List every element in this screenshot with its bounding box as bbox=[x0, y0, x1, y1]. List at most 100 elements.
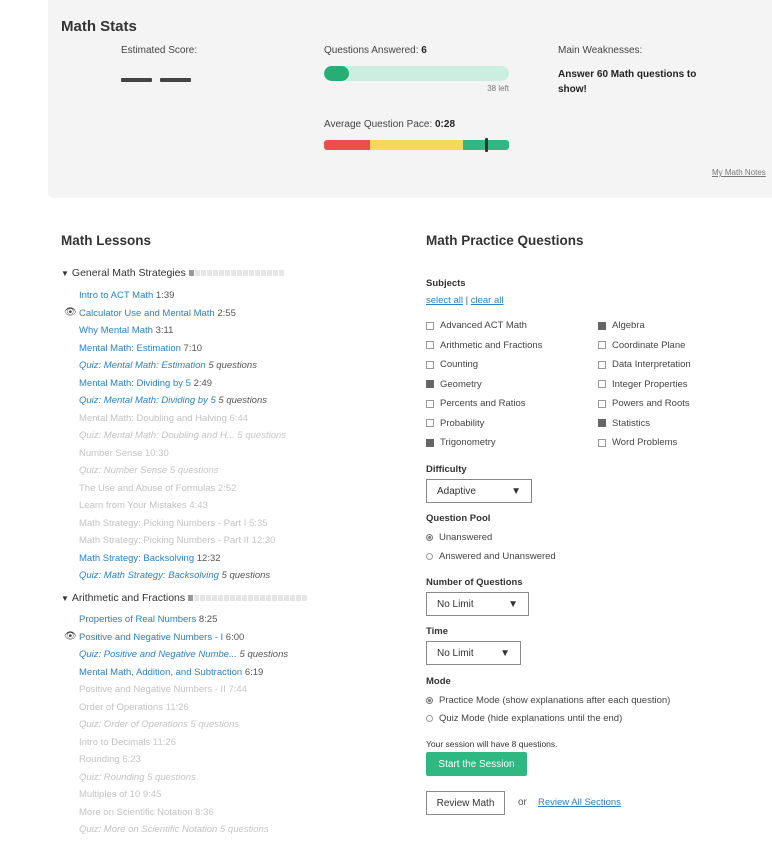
radio-unanswered[interactable]: Unanswered bbox=[426, 532, 492, 543]
subject-checkbox-item[interactable]: Probability bbox=[426, 418, 484, 429]
progress-dot bbox=[206, 270, 212, 276]
subject-checkbox-item[interactable]: Percents and Ratios bbox=[426, 398, 526, 409]
select-all-link[interactable]: select all bbox=[426, 295, 463, 306]
lesson-item[interactable]: Math Strategy: Picking Numbers - Part I … bbox=[79, 518, 268, 530]
checkbox-checked[interactable] bbox=[598, 321, 606, 330]
weaknesses-text: Answer 60 Math questions to show! bbox=[558, 69, 697, 95]
checkbox[interactable] bbox=[426, 399, 434, 408]
progress-dot bbox=[278, 595, 284, 601]
subject-checkbox-item[interactable]: Arithmetic and Fractions bbox=[426, 340, 542, 351]
quiz-item[interactable]: Quiz: Mental Math: Estimation 5 question… bbox=[79, 360, 257, 372]
quiz-item[interactable]: Quiz: Math Strategy: Backsolving 5 quest… bbox=[79, 570, 270, 582]
lesson-item[interactable]: Mental Math: Dividing by 5 2:49 bbox=[79, 378, 212, 390]
review-math-button[interactable]: Review Math bbox=[426, 791, 505, 815]
checkbox[interactable] bbox=[426, 419, 434, 427]
lesson-item[interactable]: More on Scientific Notation 8:36 bbox=[79, 807, 214, 819]
radio-answered-and-unanswered[interactable]: Answered and Unanswered bbox=[426, 551, 556, 562]
subject-checkbox-item[interactable]: Powers and Roots bbox=[598, 398, 690, 409]
lesson-item[interactable]: Math Strategy: Backsolving 12:32 bbox=[79, 553, 221, 565]
progress-dot bbox=[194, 270, 200, 276]
progress-dot bbox=[302, 595, 308, 601]
subject-checkbox-item[interactable]: Geometry bbox=[426, 379, 482, 390]
lesson-title: The Use and Abuse of Formulas bbox=[79, 482, 216, 494]
checkbox[interactable] bbox=[598, 438, 606, 447]
radio-quiz-mode[interactable]: Quiz Mode (hide explanations until the e… bbox=[426, 713, 622, 724]
subject-checkbox-item[interactable]: Word Problems bbox=[598, 437, 677, 448]
lesson-item[interactable]: The Use and Abuse of Formulas 2:52 bbox=[79, 483, 236, 495]
lesson-item[interactable]: Mental Math: Estimation 7:10 bbox=[79, 343, 202, 355]
lesson-duration: 6:23 bbox=[122, 754, 141, 765]
lesson-item[interactable]: Math Strategy: Picking Numbers - Part II… bbox=[79, 535, 275, 547]
my-math-notes-link[interactable]: My Math Notes bbox=[712, 168, 766, 177]
subject-checkbox-item[interactable]: Advanced ACT Math bbox=[426, 320, 527, 331]
radio-practice-mode[interactable]: Practice Mode (show explanations after e… bbox=[426, 695, 670, 706]
lesson-item[interactable]: Mental Math, Addition, and Subtraction 6… bbox=[79, 667, 263, 679]
time-select[interactable]: No Limit ▼ bbox=[426, 641, 521, 665]
review-all-sections-link[interactable]: Review All Sections bbox=[538, 797, 621, 808]
caret-down-icon: ▼ bbox=[61, 593, 69, 603]
subject-checkbox-item[interactable]: Data Interpretation bbox=[598, 359, 691, 370]
quiz-item[interactable]: Quiz: Mental Math: Doubling and H... 5 q… bbox=[79, 430, 286, 442]
checkbox[interactable] bbox=[598, 341, 606, 349]
radio-button[interactable] bbox=[426, 715, 433, 722]
quiz-item[interactable]: Quiz: Order of Operations 5 questions bbox=[79, 719, 239, 731]
start-session-button[interactable]: Start the Session bbox=[426, 752, 527, 776]
lesson-item[interactable]: Learn from Your Mistakes 4:43 bbox=[79, 500, 208, 512]
lesson-item[interactable]: Why Mental Math 3:11 bbox=[79, 325, 173, 337]
quiz-item[interactable]: Quiz: Number Sense 5 questions bbox=[79, 465, 218, 477]
lesson-item[interactable]: 👁 Calculator Use and Mental Math 2:55 bbox=[64, 307, 236, 320]
radio-button[interactable] bbox=[426, 534, 433, 541]
lesson-group-header[interactable]: ▼ Arithmetic and Fractions bbox=[61, 592, 308, 604]
radio-button[interactable] bbox=[426, 697, 433, 704]
difficulty-value: Adaptive bbox=[437, 485, 476, 497]
subject-checkbox-item[interactable]: Statistics bbox=[598, 418, 650, 429]
number-of-questions-value: No Limit bbox=[437, 598, 474, 610]
subject-checkbox-item[interactable]: Trigonometry bbox=[426, 437, 496, 448]
clear-all-link[interactable]: clear all bbox=[471, 295, 504, 306]
quiz-item[interactable]: Quiz: More on Scientific Notation 5 ques… bbox=[79, 824, 269, 836]
checkbox[interactable] bbox=[426, 321, 434, 330]
quiz-question-count: 5 questions bbox=[219, 824, 269, 835]
checkbox-checked[interactable] bbox=[426, 438, 434, 447]
number-of-questions-select[interactable]: No Limit ▼ bbox=[426, 592, 529, 616]
lesson-item[interactable]: 👁 Positive and Negative Numbers - I 6:00 bbox=[64, 631, 244, 644]
checkbox[interactable] bbox=[598, 380, 606, 388]
lesson-item[interactable]: Intro to Decimals 11:26 bbox=[79, 737, 176, 749]
or-text: or bbox=[518, 797, 527, 808]
lesson-item[interactable]: Rounding 6:23 bbox=[79, 754, 141, 766]
lesson-group-header[interactable]: ▼ General Math Strategies bbox=[61, 267, 285, 279]
quiz-item[interactable]: Quiz: Positive and Negative Numbe... 5 q… bbox=[79, 649, 288, 661]
lesson-title: Quiz: Mental Math: Estimation bbox=[79, 360, 206, 371]
pace-bar bbox=[324, 140, 509, 150]
subject-checkbox-item[interactable]: Integer Properties bbox=[598, 379, 688, 390]
checkbox-checked[interactable] bbox=[426, 380, 434, 388]
checkbox[interactable] bbox=[426, 341, 434, 349]
progress-dot bbox=[224, 595, 230, 601]
lesson-item[interactable]: Positive and Negative Numbers - II 7:44 bbox=[79, 684, 247, 696]
difficulty-select[interactable]: Adaptive ▼ bbox=[426, 479, 532, 503]
checkbox-checked[interactable] bbox=[598, 419, 606, 427]
checkbox[interactable] bbox=[426, 360, 434, 369]
questions-answered-label: Questions Answered: 6 bbox=[324, 45, 427, 56]
lesson-item[interactable]: Properties of Real Numbers 8:25 bbox=[79, 614, 217, 626]
quiz-item[interactable]: Quiz: Rounding 5 questions bbox=[79, 772, 196, 784]
lesson-item[interactable]: Mental Math: Doubling and Halving 6:44 bbox=[79, 413, 248, 425]
progress-dot bbox=[260, 270, 266, 276]
lesson-title: Math Strategy: Picking Numbers - Part I bbox=[79, 517, 247, 529]
lesson-title: Quiz: Mental Math: Dividing by 5 bbox=[79, 395, 216, 406]
lesson-item[interactable]: Order of Operations 11:26 bbox=[79, 702, 189, 714]
lesson-item[interactable]: Number Sense 10:30 bbox=[79, 448, 169, 460]
checkbox[interactable] bbox=[598, 399, 606, 408]
checkbox[interactable] bbox=[598, 360, 606, 369]
progress-dot bbox=[254, 595, 260, 601]
caret-down-icon: ▼ bbox=[61, 268, 69, 278]
quiz-item[interactable]: Quiz: Mental Math: Dividing by 5 5 quest… bbox=[79, 395, 267, 407]
subject-checkbox-item[interactable]: Counting bbox=[426, 359, 478, 370]
lesson-item[interactable]: Intro to ACT Math 1:39 bbox=[79, 290, 174, 302]
subject-checkbox-item[interactable]: Algebra bbox=[598, 320, 645, 331]
lesson-item[interactable]: Multiples of 10 9:45 bbox=[79, 789, 161, 801]
radio-label: Quiz Mode (hide explanations until the e… bbox=[439, 713, 623, 724]
lesson-duration: 2:52 bbox=[217, 482, 237, 494]
radio-button[interactable] bbox=[426, 553, 433, 560]
subject-checkbox-item[interactable]: Coordinate Plane bbox=[598, 340, 685, 351]
